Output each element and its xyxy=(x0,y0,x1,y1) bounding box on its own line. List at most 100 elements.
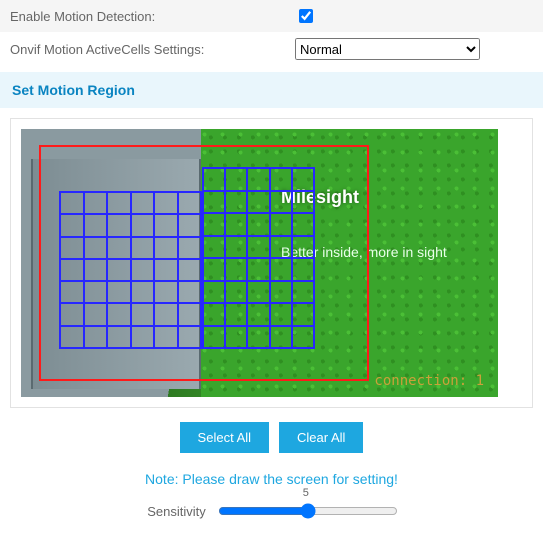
grid-cell[interactable] xyxy=(107,214,131,236)
grid-cell[interactable] xyxy=(131,214,155,236)
grid-cell[interactable] xyxy=(292,213,314,236)
grid-cell[interactable] xyxy=(84,214,108,236)
label-enable-motion: Enable Motion Detection: xyxy=(10,9,295,24)
grid-cell[interactable] xyxy=(107,192,131,214)
grid-cell[interactable] xyxy=(292,326,314,349)
grid-cell[interactable] xyxy=(84,259,108,281)
clear-all-button[interactable]: Clear All xyxy=(279,422,363,453)
motion-grid-right[interactable] xyxy=(202,167,315,349)
grid-cell[interactable] xyxy=(154,281,178,303)
grid-cell[interactable] xyxy=(203,191,225,214)
grid-cell[interactable] xyxy=(178,192,202,214)
grid-cell[interactable] xyxy=(84,303,108,325)
grid-cell[interactable] xyxy=(178,303,202,325)
sensitivity-slider[interactable] xyxy=(218,503,398,519)
grid-cell[interactable] xyxy=(225,258,247,281)
video-preview[interactable]: Milesight Better inside, more in sight c… xyxy=(21,129,498,397)
grid-cell[interactable] xyxy=(107,281,131,303)
grid-cell[interactable] xyxy=(154,192,178,214)
grid-cell[interactable] xyxy=(154,326,178,348)
motion-region-panel: Milesight Better inside, more in sight c… xyxy=(10,118,533,408)
grid-cell[interactable] xyxy=(107,303,131,325)
grid-cell[interactable] xyxy=(131,192,155,214)
grid-cell[interactable] xyxy=(178,259,202,281)
grid-cell[interactable] xyxy=(131,303,155,325)
grid-cell[interactable] xyxy=(131,326,155,348)
motion-grid-left[interactable] xyxy=(59,191,202,349)
grid-cell[interactable] xyxy=(225,303,247,326)
grid-cell[interactable] xyxy=(203,213,225,236)
grid-cell[interactable] xyxy=(203,326,225,349)
row-enable-motion: Enable Motion Detection: xyxy=(0,0,543,32)
grid-cell[interactable] xyxy=(270,168,292,191)
grid-cell[interactable] xyxy=(107,259,131,281)
grid-cell[interactable] xyxy=(292,168,314,191)
grid-cell[interactable] xyxy=(154,214,178,236)
label-active-cells: Onvif Motion ActiveCells Settings: xyxy=(10,42,295,57)
grid-cell[interactable] xyxy=(247,168,269,191)
grid-cell[interactable] xyxy=(247,213,269,236)
grid-cell[interactable] xyxy=(292,258,314,281)
grid-cell[interactable] xyxy=(270,258,292,281)
grid-cell[interactable] xyxy=(247,303,269,326)
grid-cell[interactable] xyxy=(270,236,292,259)
control-enable-motion xyxy=(295,6,533,26)
checkbox-enable-motion[interactable] xyxy=(299,9,313,23)
grid-cell[interactable] xyxy=(60,237,84,259)
grid-cell[interactable] xyxy=(292,303,314,326)
grid-cell[interactable] xyxy=(292,281,314,304)
grid-cell[interactable] xyxy=(84,237,108,259)
grid-cell[interactable] xyxy=(270,326,292,349)
grid-cell[interactable] xyxy=(203,303,225,326)
grid-cell[interactable] xyxy=(60,192,84,214)
sensitivity-slider-wrap: 5 xyxy=(216,501,396,522)
grid-cell[interactable] xyxy=(84,281,108,303)
grid-cell[interactable] xyxy=(225,191,247,214)
sensitivity-label: Sensitivity xyxy=(147,504,206,519)
grid-cell[interactable] xyxy=(60,214,84,236)
grid-cell[interactable] xyxy=(225,168,247,191)
button-row: Select All Clear All xyxy=(0,422,543,453)
grid-cell[interactable] xyxy=(225,236,247,259)
grid-cell[interactable] xyxy=(225,326,247,349)
grid-cell[interactable] xyxy=(154,303,178,325)
grid-cell[interactable] xyxy=(178,281,202,303)
grid-cell[interactable] xyxy=(203,258,225,281)
grid-cell[interactable] xyxy=(131,237,155,259)
grid-cell[interactable] xyxy=(154,259,178,281)
grid-cell[interactable] xyxy=(292,236,314,259)
grid-cell[interactable] xyxy=(178,237,202,259)
grid-cell[interactable] xyxy=(225,281,247,304)
grid-cell[interactable] xyxy=(178,214,202,236)
grid-cell[interactable] xyxy=(107,237,131,259)
grid-cell[interactable] xyxy=(84,192,108,214)
grid-cell[interactable] xyxy=(247,281,269,304)
select-all-button[interactable]: Select All xyxy=(180,422,269,453)
grid-cell[interactable] xyxy=(292,191,314,214)
grid-cell[interactable] xyxy=(84,326,108,348)
select-active-cells[interactable]: Normal xyxy=(295,38,480,60)
grid-cell[interactable] xyxy=(225,213,247,236)
grid-cell[interactable] xyxy=(247,191,269,214)
grid-cell[interactable] xyxy=(270,191,292,214)
grid-cell[interactable] xyxy=(131,259,155,281)
grid-cell[interactable] xyxy=(247,326,269,349)
grid-cell[interactable] xyxy=(203,281,225,304)
grid-cell[interactable] xyxy=(154,237,178,259)
grid-cell[interactable] xyxy=(270,303,292,326)
grid-cell[interactable] xyxy=(60,259,84,281)
control-active-cells: Normal xyxy=(295,38,533,60)
grid-cell[interactable] xyxy=(60,303,84,325)
grid-cell[interactable] xyxy=(203,168,225,191)
grid-cell[interactable] xyxy=(60,326,84,348)
grid-cell[interactable] xyxy=(270,281,292,304)
grid-cell[interactable] xyxy=(60,281,84,303)
grid-cell[interactable] xyxy=(247,258,269,281)
grid-cell[interactable] xyxy=(247,236,269,259)
scene-connection-text: connection: 1 xyxy=(374,373,484,389)
grid-cell[interactable] xyxy=(203,236,225,259)
grid-cell[interactable] xyxy=(270,213,292,236)
grid-cell[interactable] xyxy=(131,281,155,303)
grid-cell[interactable] xyxy=(107,326,131,348)
grid-cell[interactable] xyxy=(178,326,202,348)
